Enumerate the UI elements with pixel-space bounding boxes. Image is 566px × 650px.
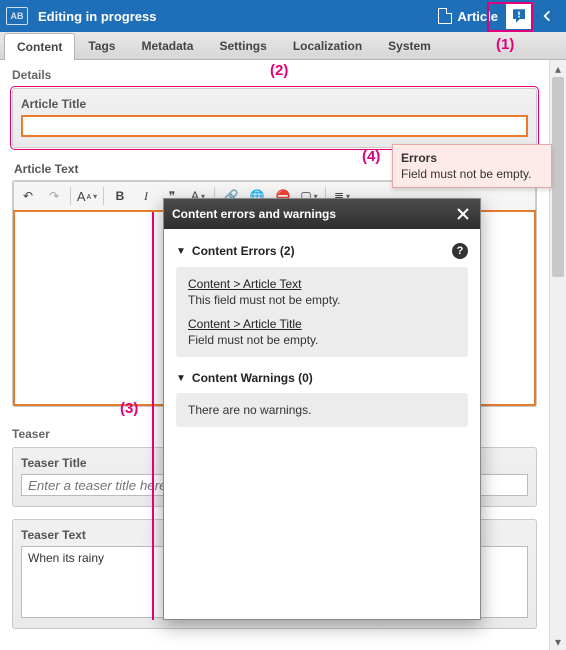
caret-down-icon: ▼ <box>176 373 186 384</box>
undo-button[interactable]: ↶ <box>16 185 40 207</box>
content-errors-header[interactable]: ▼ Content Errors (2) ? <box>176 243 468 259</box>
error-message: Field must not be empty. <box>188 333 456 347</box>
help-icon[interactable]: ? <box>452 243 468 259</box>
content-errors-title: Content Errors (2) <box>192 244 295 258</box>
article-title-group: Article Title <box>12 88 537 148</box>
content-warnings-header[interactable]: ▼ Content Warnings (0) <box>176 371 468 385</box>
page-title: Editing in progress <box>38 9 156 24</box>
content-warnings-title: Content Warnings (0) <box>192 371 313 385</box>
content-warnings-list: There are no warnings. <box>176 393 468 427</box>
article-title-input[interactable] <box>21 115 528 137</box>
chevron-left-icon <box>540 9 554 23</box>
document-icon <box>438 8 452 24</box>
caret-down-icon: ▼ <box>176 246 186 257</box>
redo-button[interactable]: ↷ <box>42 185 66 207</box>
no-warnings-text: There are no warnings. <box>188 403 311 417</box>
section-details-header: Details <box>12 60 537 88</box>
tab-content[interactable]: Content <box>4 33 75 60</box>
alert-icon <box>510 7 528 25</box>
errors-panel-header[interactable]: Content errors and warnings <box>164 199 480 229</box>
app-logo-icon: AB <box>6 7 28 25</box>
tab-bar: Content Tags Metadata Settings Localizat… <box>0 32 566 60</box>
error-message: This field must not be empty. <box>188 293 456 307</box>
error-tooltip-title: Errors <box>401 151 543 165</box>
errors-panel: Content errors and warnings ▼ Content Er… <box>163 198 481 620</box>
tab-settings[interactable]: Settings <box>206 32 279 59</box>
tab-tags[interactable]: Tags <box>75 32 128 59</box>
scroll-track[interactable] <box>550 77 566 633</box>
article-title-label: Article Title <box>21 95 528 115</box>
tab-system[interactable]: System <box>375 32 444 59</box>
errors-indicator-button[interactable] <box>506 3 532 29</box>
top-bar: AB Editing in progress Article <box>0 0 566 32</box>
scroll-thumb[interactable] <box>552 77 564 277</box>
error-tooltip: Errors Field must not be empty. <box>392 144 552 188</box>
tab-metadata[interactable]: Metadata <box>128 32 206 59</box>
bold-button[interactable]: B <box>108 185 132 207</box>
collapse-button[interactable] <box>534 3 560 29</box>
tab-localization[interactable]: Localization <box>280 32 375 59</box>
close-button[interactable] <box>454 205 472 223</box>
scroll-down-button[interactable]: ▾ <box>550 633 566 650</box>
scroll-up-button[interactable]: ▴ <box>550 60 566 77</box>
error-link[interactable]: Content > Article Title <box>188 317 302 331</box>
article-type-label: Article <box>458 9 498 24</box>
error-tooltip-body: Field must not be empty. <box>401 167 543 181</box>
italic-button[interactable]: I <box>134 185 158 207</box>
errors-panel-body: ▼ Content Errors (2) ? Content > Article… <box>164 229 480 451</box>
error-link[interactable]: Content > Article Text <box>188 277 302 291</box>
errors-panel-title: Content errors and warnings <box>172 207 336 221</box>
content-errors-list: Content > Article Text This field must n… <box>176 267 468 357</box>
font-size-menu[interactable]: Aᴀ <box>75 185 99 207</box>
article-type-button[interactable]: Article <box>438 8 498 24</box>
close-icon <box>457 208 469 220</box>
